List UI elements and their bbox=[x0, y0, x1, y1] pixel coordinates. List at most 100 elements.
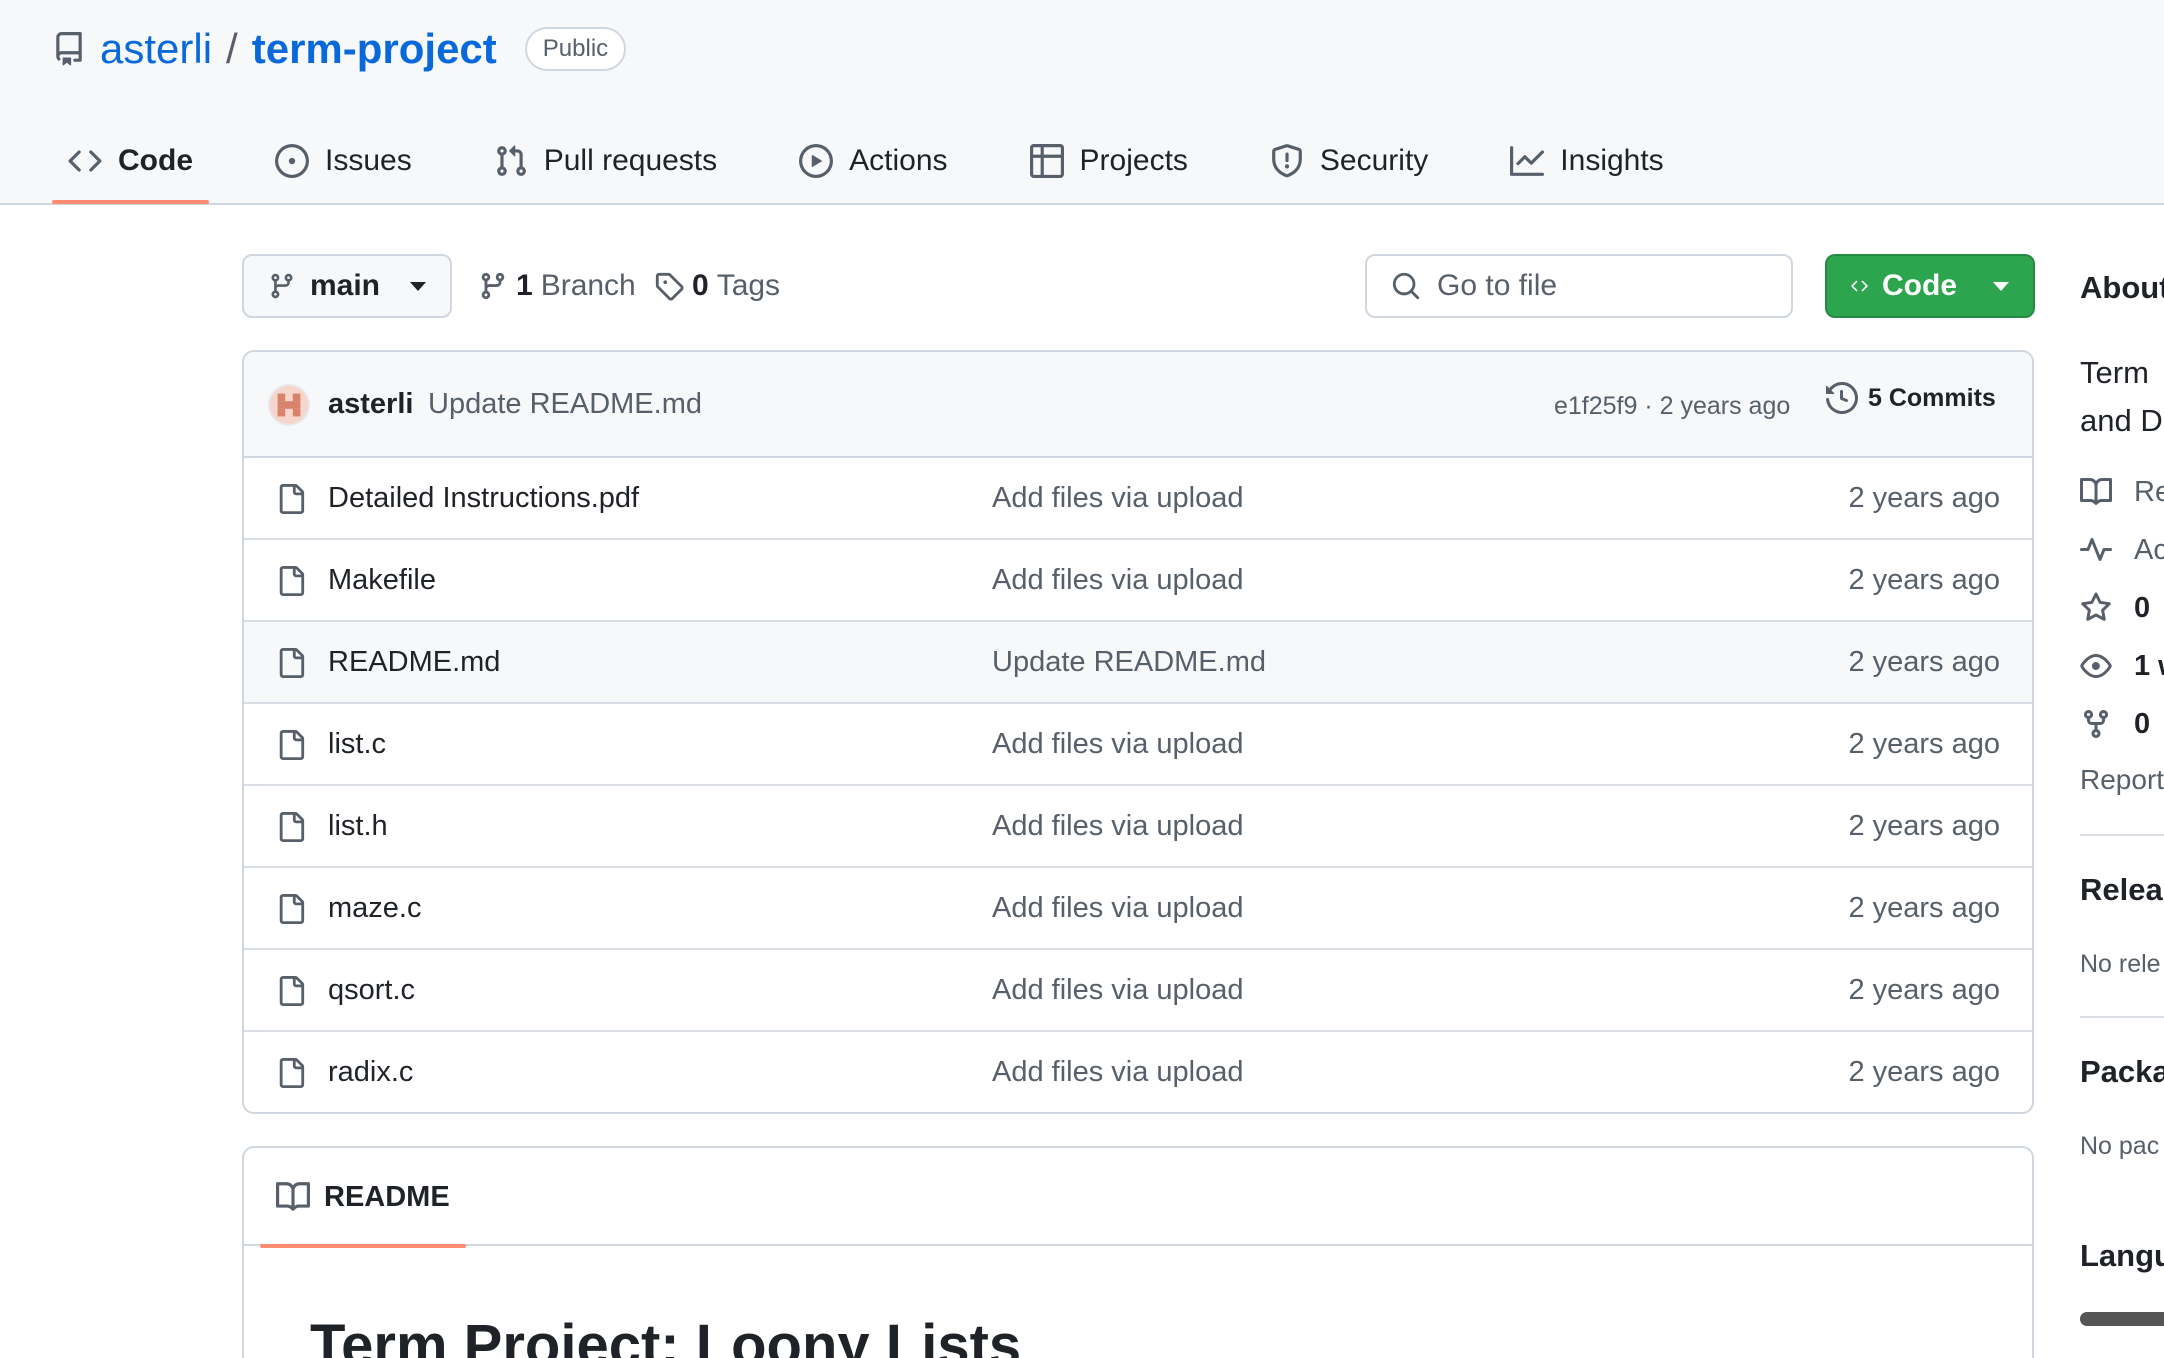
play-icon bbox=[799, 144, 834, 178]
tab-issues[interactable]: Issues bbox=[259, 130, 428, 192]
language-bar bbox=[2080, 1312, 2164, 1326]
file-name-link[interactable]: Detailed Instructions.pdf bbox=[328, 482, 639, 515]
packages-empty-text: No pac bbox=[2080, 1132, 2160, 1160]
file-commit-message-link[interactable]: Add files via upload bbox=[992, 1056, 1244, 1089]
readme-tab-label: README bbox=[324, 1180, 450, 1213]
eye-icon bbox=[2080, 654, 2112, 678]
file-commit-message-link[interactable]: Add files via upload bbox=[992, 974, 1244, 1007]
about-sidebar: About Term and D Re Ac 0 1 w 0 Report Re… bbox=[2080, 254, 2164, 1358]
go-to-file-input[interactable] bbox=[1437, 269, 1757, 303]
watchers-link[interactable]: 1 w bbox=[2080, 646, 2164, 686]
shield-icon bbox=[1272, 144, 1302, 178]
repo-description: Term and D bbox=[2080, 349, 2163, 445]
file-row[interactable]: Makefile Add files via upload 2 years ag… bbox=[244, 540, 2032, 622]
report-repository-link[interactable]: Report bbox=[2080, 764, 2164, 796]
file-commit-age: 2 years ago bbox=[1848, 728, 2000, 760]
file-icon bbox=[276, 810, 306, 844]
readme-link-label: Re bbox=[2134, 475, 2164, 508]
file-icon bbox=[276, 1056, 306, 1090]
watchers-count: 1 w bbox=[2134, 649, 2164, 682]
tab-insights-label: Insights bbox=[1560, 144, 1664, 177]
file-row[interactable]: README.md Update README.md 2 years ago bbox=[244, 622, 2032, 704]
avatar[interactable] bbox=[268, 384, 310, 426]
commit-author-link[interactable]: asterli bbox=[328, 388, 413, 421]
repo-forked-icon bbox=[2084, 710, 2108, 739]
identicon-icon bbox=[270, 386, 308, 424]
file-commit-age: 2 years ago bbox=[1848, 482, 2000, 514]
file-commit-message-link[interactable]: Add files via upload bbox=[992, 564, 1244, 597]
sidebar-divider bbox=[2080, 1016, 2164, 1018]
tab-issues-label: Issues bbox=[325, 144, 412, 177]
tab-security[interactable]: Security bbox=[1254, 130, 1444, 192]
tab-projects[interactable]: Projects bbox=[1014, 130, 1204, 192]
stars-count: 0 bbox=[2134, 591, 2151, 624]
file-row[interactable]: radix.c Add files via upload 2 years ago bbox=[244, 1032, 2032, 1112]
forks-link[interactable]: 0 bbox=[2080, 704, 2150, 744]
file-row[interactable]: qsort.c Add files via upload 2 years ago bbox=[244, 950, 2032, 1032]
releases-heading[interactable]: Relea bbox=[2080, 872, 2163, 908]
about-heading: About bbox=[2080, 270, 2164, 305]
forks-count: 0 bbox=[2134, 707, 2151, 740]
tab-code[interactable]: Code bbox=[52, 130, 209, 204]
file-row[interactable]: maze.c Add files via upload 2 years ago bbox=[244, 868, 2032, 950]
file-commit-message-link[interactable]: Update README.md bbox=[992, 646, 1266, 679]
file-icon bbox=[276, 482, 306, 516]
file-name-link[interactable]: radix.c bbox=[328, 1056, 413, 1089]
file-commit-age: 2 years ago bbox=[1848, 646, 2000, 678]
file-commit-message-link[interactable]: Add files via upload bbox=[992, 810, 1244, 843]
file-commit-age: 2 years ago bbox=[1848, 974, 2000, 1006]
file-icon bbox=[276, 646, 306, 680]
tab-actions[interactable]: Actions bbox=[783, 130, 963, 192]
repo-description-line: Term bbox=[2080, 355, 2149, 390]
file-icon bbox=[276, 728, 306, 762]
book-icon bbox=[276, 1182, 310, 1211]
file-row[interactable]: Detailed Instructions.pdf Add files via … bbox=[244, 458, 2032, 540]
branch-count-label: Branch bbox=[540, 269, 636, 302]
file-row[interactable]: list.c Add files via upload 2 years ago bbox=[244, 704, 2032, 786]
tab-code-label: Code bbox=[118, 144, 193, 177]
readme-tab[interactable]: README bbox=[260, 1148, 466, 1248]
branch-select-button[interactable]: main bbox=[242, 254, 452, 318]
tab-pull-requests[interactable]: Pull requests bbox=[478, 130, 733, 192]
file-icon bbox=[276, 564, 306, 598]
file-list: asterli Update README.md e1f25f9 · 2 yea… bbox=[242, 350, 2034, 1114]
tab-pull-requests-label: Pull requests bbox=[543, 144, 718, 177]
repo-owner-link[interactable]: asterli bbox=[100, 25, 212, 73]
chevron-down-icon bbox=[1993, 281, 2009, 291]
repo-path-separator: / bbox=[226, 25, 238, 72]
sidebar-divider bbox=[2080, 834, 2164, 836]
activity-link[interactable]: Ac bbox=[2080, 530, 2164, 570]
tag-icon bbox=[655, 272, 684, 301]
branches-link[interactable]: 1 Branch bbox=[478, 254, 636, 318]
readme-title: Term Project: Loony Lists bbox=[310, 1313, 1022, 1358]
file-commit-message-link[interactable]: Add files via upload bbox=[992, 482, 1244, 515]
file-name-link[interactable]: list.c bbox=[328, 728, 386, 761]
tab-insights[interactable]: Insights bbox=[1494, 130, 1679, 192]
stars-link[interactable]: 0 bbox=[2080, 588, 2150, 628]
file-name-link[interactable]: qsort.c bbox=[328, 974, 415, 1007]
releases-empty-text: No rele bbox=[2080, 950, 2161, 978]
file-name-link[interactable]: maze.c bbox=[328, 892, 421, 925]
code-dropdown-button[interactable]: Code bbox=[1825, 254, 2035, 318]
file-commit-age: 2 years ago bbox=[1848, 810, 2000, 842]
branch-count: 1 bbox=[516, 269, 533, 302]
commit-sha-and-time[interactable]: e1f25f9 · 2 years ago bbox=[1554, 392, 1790, 421]
file-name-link[interactable]: README.md bbox=[328, 646, 500, 679]
visibility-badge: Public bbox=[524, 27, 627, 71]
file-row[interactable]: list.h Add files via upload 2 years ago bbox=[244, 786, 2032, 868]
commit-message-link[interactable]: Update README.md bbox=[428, 388, 702, 421]
file-commit-message-link[interactable]: Add files via upload bbox=[992, 892, 1244, 925]
file-name-link[interactable]: Makefile bbox=[328, 564, 436, 597]
git-branch-icon bbox=[271, 273, 293, 299]
readme-panel: README Term Project: Loony Lists bbox=[242, 1146, 2034, 1358]
file-name-link[interactable]: list.h bbox=[328, 810, 388, 843]
tag-count: 0 bbox=[692, 269, 709, 302]
file-icon bbox=[276, 892, 306, 926]
tags-link[interactable]: 0 Tags bbox=[654, 254, 780, 318]
search-icon bbox=[1392, 272, 1420, 300]
repo-name-link[interactable]: term-project bbox=[252, 25, 497, 73]
readme-link[interactable]: Re bbox=[2080, 472, 2164, 512]
commits-history-link[interactable]: 5 Commits bbox=[1826, 382, 1996, 414]
file-commit-message-link[interactable]: Add files via upload bbox=[992, 728, 1244, 761]
packages-heading[interactable]: Packa bbox=[2080, 1054, 2164, 1090]
